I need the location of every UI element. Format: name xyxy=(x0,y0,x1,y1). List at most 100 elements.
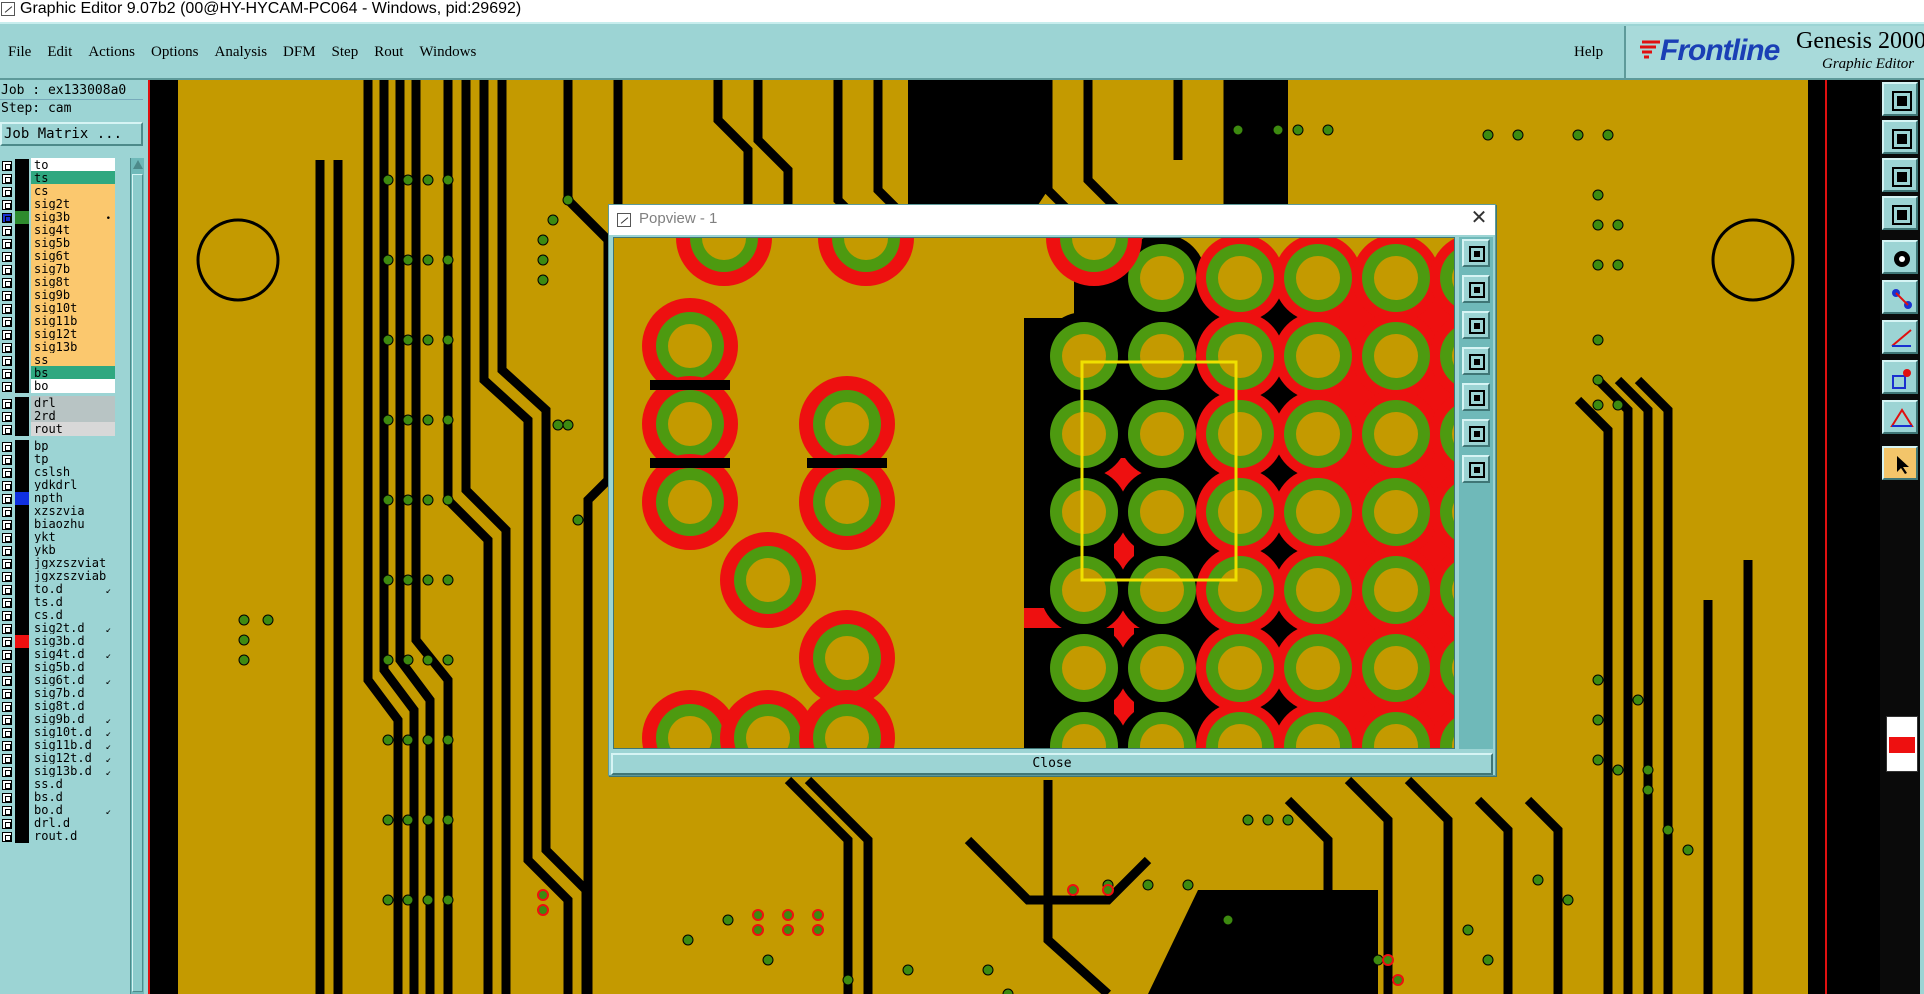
triangle-icon[interactable] xyxy=(1882,400,1918,434)
layer-checkbox[interactable] xyxy=(2,546,12,556)
menu-file[interactable]: File xyxy=(0,41,39,65)
layer-name[interactable]: ts xyxy=(31,171,115,185)
layer-checkbox[interactable] xyxy=(2,780,12,790)
layer-name[interactable]: sig8t xyxy=(31,275,115,289)
layer-name[interactable]: biaozhu xyxy=(31,517,115,531)
scroll-up-arrow-icon[interactable] xyxy=(133,160,143,169)
line-icon[interactable] xyxy=(1882,320,1918,354)
layer-checkbox[interactable] xyxy=(2,356,12,366)
layer-checkbox[interactable] xyxy=(2,330,12,340)
layer-name[interactable]: cs xyxy=(31,184,115,198)
layer-name[interactable]: to xyxy=(31,158,115,172)
layer-checkbox[interactable] xyxy=(2,533,12,543)
layer-color-swatch[interactable] xyxy=(15,423,29,436)
layer-checkbox[interactable] xyxy=(2,520,12,530)
menu-options[interactable]: Options xyxy=(143,41,207,65)
move-icon[interactable] xyxy=(1882,158,1918,192)
menu-analysis[interactable]: Analysis xyxy=(207,41,276,65)
layer-checkbox[interactable] xyxy=(2,585,12,595)
layer-checkbox[interactable] xyxy=(2,455,12,465)
layer-name[interactable]: 2rd xyxy=(31,409,115,423)
layer-checkbox[interactable] xyxy=(2,767,12,777)
pan-right-icon[interactable] xyxy=(1462,383,1490,411)
layer-name[interactable]: ss xyxy=(31,353,115,367)
layer-name[interactable]: npth xyxy=(31,491,115,505)
layer-name[interactable]: sig6t.d ↙ xyxy=(31,673,115,687)
feature-icon[interactable] xyxy=(1882,360,1918,394)
layer-checkbox[interactable] xyxy=(2,187,12,197)
layer-name[interactable]: jgxzszviat xyxy=(31,556,115,570)
layer-name[interactable]: bo.d ↙ xyxy=(31,803,115,817)
layer-checkbox[interactable] xyxy=(2,265,12,275)
close-icon[interactable]: ✕ xyxy=(1469,208,1489,228)
layer-checkbox[interactable] xyxy=(2,663,12,673)
layer-checkbox[interactable] xyxy=(2,412,12,422)
layer-row-bo[interactable]: bo xyxy=(0,379,118,394)
layer-checkbox[interactable] xyxy=(2,200,12,210)
layer-checkbox[interactable] xyxy=(2,481,12,491)
layer-name[interactable]: sig4t xyxy=(31,223,115,237)
layer-checkbox[interactable] xyxy=(2,382,12,392)
layer-name[interactable]: drl.d xyxy=(31,816,115,830)
layer-name[interactable]: to.d ↙ xyxy=(31,582,115,596)
layer-checkbox[interactable] xyxy=(2,304,12,314)
layer-checkbox[interactable] xyxy=(2,239,12,249)
layer-name[interactable]: jgxzszviab xyxy=(31,569,115,583)
menu-help[interactable]: Help xyxy=(1566,41,1611,63)
layer-name[interactable]: tp xyxy=(31,452,115,466)
layer-checkbox[interactable] xyxy=(2,494,12,504)
layer-name[interactable]: sig9b.d ↙ xyxy=(31,712,115,726)
layer-checkbox[interactable] xyxy=(2,741,12,751)
layer-name[interactable]: sig13b.d ↙ xyxy=(31,764,115,778)
layer-name[interactable]: sig12t xyxy=(31,327,115,341)
layer-name[interactable]: sig2t xyxy=(31,197,115,211)
fit-selection-icon[interactable] xyxy=(1462,455,1490,483)
layer-name[interactable]: sig8t.d xyxy=(31,699,115,713)
layer-name[interactable]: cslsh xyxy=(31,465,115,479)
layer-checkbox[interactable] xyxy=(2,702,12,712)
layer-checkbox[interactable] xyxy=(2,832,12,842)
layer-name[interactable]: ykt xyxy=(31,530,115,544)
layer-checkbox[interactable] xyxy=(2,174,12,184)
layer-row-rout-d[interactable]: rout.d xyxy=(0,829,118,844)
layer-name[interactable]: ydkdrl xyxy=(31,478,115,492)
layer-name[interactable]: sig2t.d ↙ xyxy=(31,621,115,635)
layer-name[interactable]: ts.d xyxy=(31,595,115,609)
layer-name[interactable]: sig4t.d ↙ xyxy=(31,647,115,661)
layer-name[interactable]: bp xyxy=(31,439,115,453)
settings-icon[interactable] xyxy=(1882,196,1918,230)
layer-checkbox[interactable] xyxy=(2,213,12,223)
layer-name[interactable]: sig7b xyxy=(31,262,115,276)
layer-name[interactable]: sig5b.d xyxy=(31,660,115,674)
zoom-home-icon[interactable] xyxy=(1462,239,1490,267)
layer-checkbox[interactable] xyxy=(2,291,12,301)
popview-title-bar[interactable]: Popview - 1 ✕ xyxy=(609,205,1495,235)
layer-checkbox[interactable] xyxy=(2,442,12,452)
layer-name[interactable]: sig10t xyxy=(31,301,115,315)
layer-checkbox[interactable] xyxy=(2,728,12,738)
layer-checkbox[interactable] xyxy=(2,572,12,582)
layer-name[interactable]: sig7b.d xyxy=(31,686,115,700)
job-matrix-button[interactable]: Job Matrix ... xyxy=(0,122,143,146)
layer-list-scrollbar[interactable] xyxy=(130,158,144,994)
layer-name[interactable]: drl xyxy=(31,396,115,410)
layer-checkbox[interactable] xyxy=(2,676,12,686)
layer-name[interactable]: xzszvia xyxy=(31,504,115,518)
layer-checkbox[interactable] xyxy=(2,399,12,409)
layer-checkbox[interactable] xyxy=(2,425,12,435)
close-button[interactable]: Close xyxy=(611,753,1493,775)
menu-dfm[interactable]: DFM xyxy=(275,41,324,65)
layer-name[interactable]: rout.d xyxy=(31,829,115,843)
zoom-in-icon[interactable] xyxy=(1462,275,1490,303)
layer-checkbox[interactable] xyxy=(2,689,12,699)
layer-checkbox[interactable] xyxy=(2,624,12,634)
layer-name[interactable]: sig9b xyxy=(31,288,115,302)
menu-rout[interactable]: Rout xyxy=(366,41,411,65)
layer-name[interactable]: cs.d xyxy=(31,608,115,622)
menu-step[interactable]: Step xyxy=(324,41,367,65)
layer-checkbox[interactable] xyxy=(2,650,12,660)
scrollbar-thumb[interactable] xyxy=(132,174,143,992)
pointer-icon[interactable] xyxy=(1882,446,1918,480)
menu-windows[interactable]: Windows xyxy=(411,41,484,65)
layer-name[interactable]: ykb xyxy=(31,543,115,557)
